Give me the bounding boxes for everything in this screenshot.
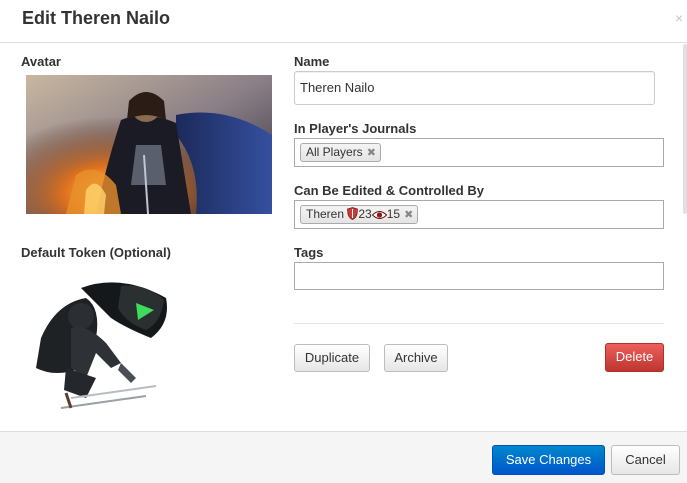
journals-chip-all-players: All Players ✖ bbox=[300, 143, 381, 162]
cancel-button[interactable]: Cancel bbox=[611, 445, 680, 475]
default-token-label: Default Token (Optional) bbox=[21, 245, 171, 260]
dialog-header: Edit Theren Nailo × bbox=[0, 0, 687, 43]
eye-value: 15 bbox=[386, 207, 401, 221]
journals-select[interactable]: All Players ✖ bbox=[294, 138, 664, 167]
name-input[interactable]: Theren Nailo bbox=[294, 71, 655, 105]
shield-icon bbox=[347, 207, 359, 225]
duplicate-button[interactable]: Duplicate bbox=[294, 344, 370, 372]
edit-character-dialog: Edit Theren Nailo × Avatar Default Token… bbox=[0, 0, 687, 483]
save-changes-button[interactable]: Save Changes bbox=[492, 445, 605, 475]
name-label: Name bbox=[294, 54, 330, 69]
tags-label: Tags bbox=[294, 245, 324, 260]
divider bbox=[294, 323, 664, 324]
dialog-title: Edit Theren Nailo bbox=[22, 8, 171, 28]
scrollbar[interactable] bbox=[683, 44, 687, 214]
avatar-image[interactable] bbox=[26, 75, 272, 214]
controlled-by-label: Can Be Edited & Controlled By bbox=[294, 183, 484, 198]
controlled-by-chip-theren: Theren 23 15 ✖ bbox=[300, 205, 419, 225]
avatar-label: Avatar bbox=[21, 54, 61, 69]
remove-chip-icon[interactable]: ✖ bbox=[404, 209, 413, 221]
archive-button[interactable]: Archive bbox=[384, 344, 448, 372]
tags-input[interactable] bbox=[294, 262, 664, 290]
dialog-footer: Save Changes Cancel bbox=[0, 431, 687, 483]
eye-icon bbox=[371, 208, 387, 225]
shield-value: 23 bbox=[358, 207, 372, 221]
delete-button[interactable]: Delete bbox=[605, 343, 664, 372]
journals-label: In Player's Journals bbox=[294, 121, 417, 136]
close-icon[interactable]: × bbox=[675, 11, 687, 25]
remove-chip-icon[interactable]: ✖ bbox=[367, 147, 376, 159]
chip-label: All Players bbox=[306, 145, 363, 159]
controlled-by-select[interactable]: Theren 23 15 ✖ bbox=[294, 200, 664, 229]
chip-player-name: Theren bbox=[306, 207, 345, 221]
default-token-image[interactable] bbox=[26, 268, 176, 418]
